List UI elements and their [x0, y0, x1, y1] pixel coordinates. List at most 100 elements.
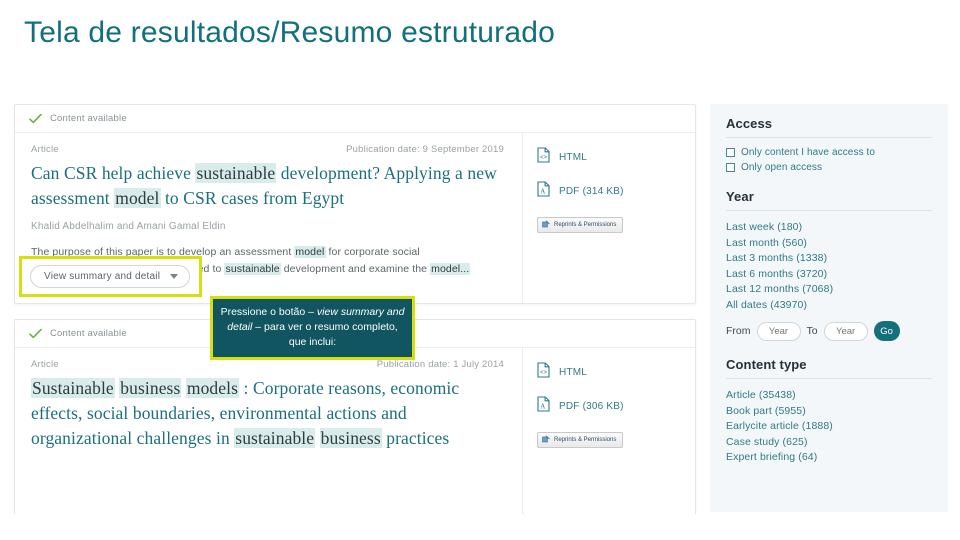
- svg-text:A: A: [540, 187, 545, 195]
- filter-last-6-months[interactable]: Last 6 months (3720): [726, 267, 932, 283]
- reprints-permissions-button[interactable]: Reprints & Permissions: [537, 217, 624, 233]
- text-run: practices: [381, 428, 450, 448]
- slide-root: Tela de resultados/Resumo estruturado Co…: [0, 0, 960, 540]
- search-results-screenshot: Content available Article Publication da…: [0, 104, 960, 514]
- result-authors: Khalid Abdelhalim and Amani Gamal Eldin: [31, 221, 226, 232]
- year-to-input[interactable]: [823, 321, 868, 341]
- result-card-main: Article Publication date: 9 September 20…: [15, 133, 523, 303]
- svg-text:A: A: [540, 402, 545, 410]
- content-available-label: Content available: [50, 113, 127, 124]
- divider: [726, 210, 932, 211]
- filter-last-week[interactable]: Last week (180): [726, 220, 932, 236]
- year-filter-heading: Year: [726, 189, 754, 204]
- highlighted-term: model: [294, 246, 326, 258]
- svg-text:<>: <>: [540, 370, 548, 376]
- highlighted-term: model: [114, 188, 161, 208]
- html-file-icon: <>: [537, 147, 550, 168]
- filter-content-type-book-part[interactable]: Book part (5955): [726, 404, 932, 420]
- filter-last-12-months[interactable]: Last 12 months (7068): [726, 282, 932, 298]
- highlighted-term: models: [185, 378, 240, 398]
- instruction-callout: Pressione o botão – view summary and det…: [210, 296, 415, 360]
- content-type-label: Article: [31, 144, 59, 155]
- result-card[interactable]: Content available Article Publication da…: [14, 104, 696, 304]
- html-download-label: HTML: [559, 367, 588, 378]
- year-range-form: From To Go: [726, 321, 932, 341]
- reprints-permissions-button[interactable]: Reprints & Permissions: [537, 432, 624, 448]
- pdf-download-link[interactable]: A PDF (314 KB): [537, 181, 685, 202]
- filter-last-month[interactable]: Last month (560): [726, 236, 932, 252]
- result-meta: Article Publication date: 1 July 2014: [31, 359, 506, 370]
- highlighted-term: business: [119, 378, 182, 398]
- result-downloads: <> HTML A PDF (314 KB) Reprints & Permis…: [523, 133, 695, 303]
- html-file-icon: <>: [537, 362, 550, 383]
- page-title: Tela de resultados/Resumo estruturado: [24, 16, 556, 49]
- reprints-permissions-label: Reprints & Permissions: [554, 437, 617, 443]
- publication-date: Publication date: 1 July 2014: [376, 359, 504, 370]
- text-run: to CSR cases from Egypt: [160, 188, 345, 208]
- highlighted-term: model...: [430, 263, 471, 275]
- divider: [726, 137, 932, 138]
- checkbox-icon[interactable]: [726, 148, 735, 157]
- filter-label: Only open access: [741, 162, 823, 173]
- pdf-file-icon: A: [537, 181, 550, 202]
- html-download-link[interactable]: <> HTML: [537, 147, 685, 168]
- year-from-label: From: [726, 325, 751, 337]
- callout-line-2-suffix: – para ver: [252, 321, 303, 333]
- highlighted-term: sustainable: [224, 263, 281, 275]
- reprints-icon: [542, 435, 550, 445]
- html-download-label: HTML: [559, 152, 588, 163]
- result-downloads: <> HTML A PDF (306 KB) Reprints & Permis…: [523, 348, 695, 514]
- access-filter-heading: Access: [726, 116, 773, 131]
- result-meta: Article Publication date: 9 September 20…: [31, 144, 506, 155]
- summary-button-highlight: View summary and detail: [19, 256, 203, 297]
- text-run: [315, 428, 319, 448]
- checkbox-icon[interactable]: [726, 163, 735, 172]
- view-summary-and-detail-label: View summary and detail: [44, 271, 161, 282]
- check-icon: [29, 113, 42, 125]
- result-title-link[interactable]: Can CSR help achieve sustainable develop…: [31, 161, 506, 211]
- filter-content-type-case-study[interactable]: Case study (625): [726, 435, 932, 451]
- content-available-label: Content available: [50, 328, 127, 339]
- callout-line-1-emphasis: view: [316, 306, 338, 318]
- callout-line-1-prefix: Pressione o botão –: [220, 306, 317, 318]
- content-type-filter-heading: Content type: [726, 357, 807, 372]
- year-to-label: To: [806, 325, 818, 337]
- pdf-download-label: PDF (314 KB): [559, 186, 624, 197]
- filter-content-type-expert-briefing[interactable]: Expert briefing (64): [726, 450, 932, 466]
- year-go-button[interactable]: Go: [873, 321, 900, 341]
- reprints-icon: [542, 220, 550, 230]
- highlighted-term: business: [319, 428, 382, 448]
- result-card-body: Article Publication date: 9 September 20…: [15, 133, 695, 303]
- text-run: Can CSR help achieve: [31, 163, 196, 183]
- result-title-link[interactable]: Sustainable business models : Corporate …: [31, 376, 506, 451]
- highlighted-term: Sustainable: [31, 378, 115, 398]
- callout-line-3: o resumo completo, que inclui:: [288, 321, 398, 348]
- content-available-banner: Content available: [15, 105, 695, 133]
- filter-content-type-article[interactable]: Article (35438): [726, 388, 932, 404]
- pdf-file-icon: A: [537, 396, 550, 417]
- check-icon: [29, 328, 42, 340]
- filters-sidebar: Access Only content I have access to Onl…: [710, 104, 948, 512]
- filter-all-dates[interactable]: All dates (43970): [726, 298, 932, 314]
- highlighted-term: sustainable: [234, 428, 316, 448]
- filter-last-3-months[interactable]: Last 3 months (1338): [726, 251, 932, 267]
- text-run: development and examine the: [280, 263, 431, 275]
- content-type-label: Article: [31, 359, 59, 370]
- filter-only-content-i-have-access-to[interactable]: Only content I have access to: [726, 147, 932, 158]
- highlighted-term: sustainable: [195, 163, 277, 183]
- pdf-download-link[interactable]: A PDF (306 KB): [537, 396, 685, 417]
- year-from-input[interactable]: [756, 321, 801, 341]
- reprints-permissions-label: Reprints & Permissions: [554, 222, 617, 228]
- html-download-link[interactable]: <> HTML: [537, 362, 685, 383]
- publication-date: Publication date: 9 September 2019: [346, 144, 504, 155]
- result-card-main: Article Publication date: 1 July 2014 Su…: [15, 348, 523, 514]
- view-summary-and-detail-button[interactable]: View summary and detail: [30, 265, 191, 288]
- svg-text:<>: <>: [540, 155, 548, 161]
- result-card-body: Article Publication date: 1 July 2014 Su…: [15, 348, 695, 514]
- filter-content-type-earlycite-article[interactable]: Earlycite article (1888): [726, 419, 932, 435]
- chevron-down-icon: [170, 274, 179, 279]
- filter-only-open-access[interactable]: Only open access: [726, 162, 932, 173]
- pdf-download-label: PDF (306 KB): [559, 401, 624, 412]
- divider: [726, 378, 932, 379]
- filter-label: Only content I have access to: [741, 147, 876, 158]
